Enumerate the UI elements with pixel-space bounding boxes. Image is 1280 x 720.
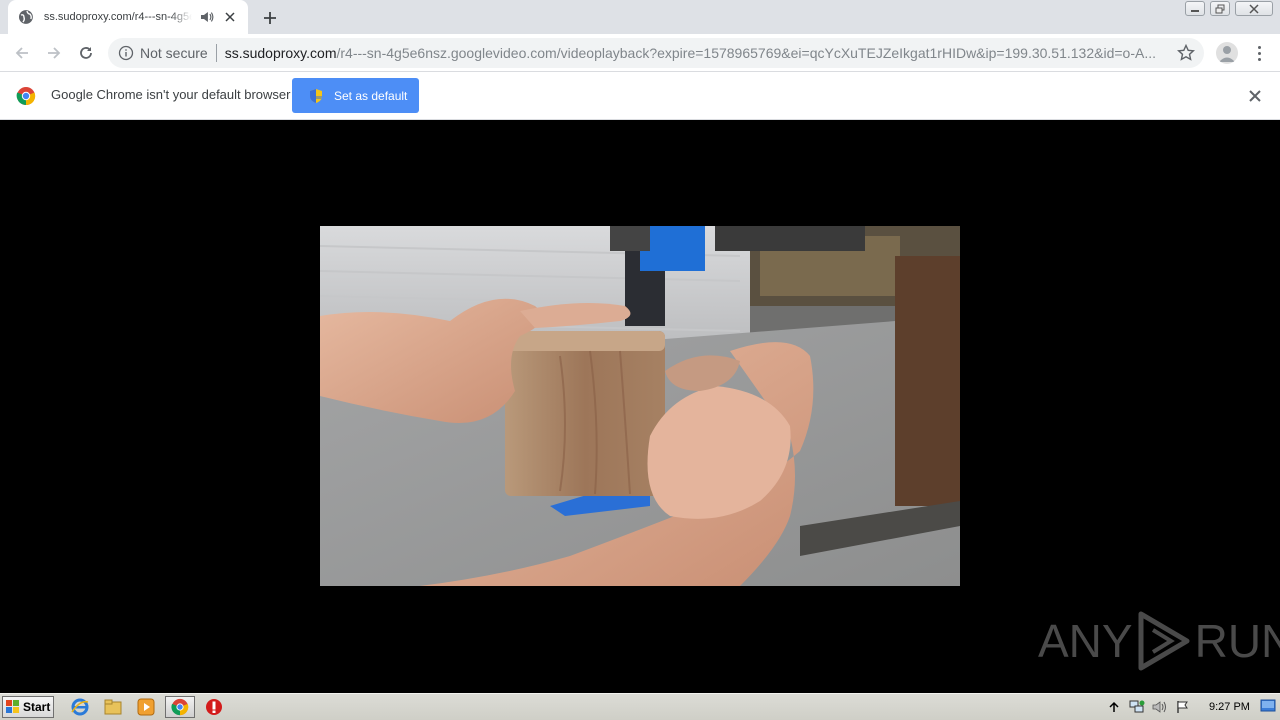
restore-icon [1215, 4, 1225, 13]
menu-dot-icon [1257, 45, 1261, 49]
omnibox-separator [215, 44, 217, 62]
profile-avatar[interactable] [1216, 42, 1238, 64]
uac-shield-icon [310, 88, 322, 103]
url-host: ss.sudoproxy.com [224, 45, 337, 61]
chrome-taskbar-icon[interactable] [165, 696, 195, 718]
windows-flag-icon [6, 700, 19, 713]
back-button[interactable] [10, 41, 34, 65]
windows-taskbar: Start 9:27 PM [0, 693, 1280, 720]
tab-title: ss.sudoproxy.com/r4---sn-4g5e6nsz.google… [43, 11, 193, 23]
page-content: ANY RUN [0, 120, 1280, 693]
start-button[interactable]: Start [2, 696, 54, 718]
volume-icon[interactable] [1151, 699, 1169, 715]
globe-icon [18, 10, 33, 24]
default-browser-infobar: Google Chrome isn't your default browser… [0, 72, 1280, 120]
address-bar[interactable]: Not secure ss.sudoproxy.com/r4---sn-4g5e… [108, 38, 1204, 68]
not-secure-label[interactable]: Not secure [140, 45, 208, 61]
restore-button[interactable] [1210, 1, 1230, 16]
url-text[interactable]: ss.sudoproxy.com/r4---sn-4g5e6nsz.google… [225, 45, 1170, 61]
minimize-icon [1191, 9, 1199, 12]
watermark-text-right: RUN [1194, 615, 1280, 667]
start-label: Start [23, 700, 51, 714]
internet-explorer-taskbar-icon[interactable] [69, 697, 91, 717]
media-player-taskbar-icon[interactable] [135, 697, 157, 717]
chrome-logo-icon [16, 87, 36, 106]
forward-button[interactable] [42, 41, 66, 65]
url-path: /r4---sn-4g5e6nsz.googlevideo.com/videop… [336, 45, 1156, 61]
speaker-icon[interactable] [200, 10, 214, 24]
antivirus-taskbar-icon[interactable] [203, 697, 225, 717]
show-hidden-icons-icon[interactable] [1105, 699, 1123, 715]
forward-arrow-icon [48, 47, 61, 59]
infobar-close-icon[interactable] [1247, 88, 1263, 104]
video-frame-image [320, 226, 960, 586]
reload-icon [80, 47, 92, 59]
menu-dot-icon [1257, 57, 1261, 61]
set-as-default-button[interactable]: Set as default [292, 78, 419, 113]
bookmark-star-icon[interactable] [1177, 44, 1195, 62]
info-icon[interactable] [118, 45, 134, 61]
watermark-text-left: ANY [1038, 615, 1133, 667]
close-window-button[interactable] [1235, 1, 1273, 16]
file-explorer-taskbar-icon[interactable] [102, 697, 124, 717]
show-desktop-icon[interactable] [1260, 698, 1276, 714]
reload-button[interactable] [74, 41, 98, 65]
close-icon [1249, 3, 1259, 14]
person-icon [1219, 46, 1235, 62]
browser-tab[interactable]: ss.sudoproxy.com/r4---sn-4g5e6nsz.google… [8, 0, 248, 34]
new-tab-button[interactable] [258, 6, 282, 30]
anyrun-watermark: ANY RUN [1038, 608, 1280, 674]
action-center-flag-icon[interactable] [1174, 699, 1192, 715]
back-arrow-icon [15, 47, 28, 59]
play-triangle-logo-icon [1138, 611, 1190, 671]
minimize-button[interactable] [1185, 1, 1205, 16]
plus-icon [264, 12, 276, 24]
menu-dot-icon [1257, 51, 1261, 55]
menu-button[interactable] [1250, 42, 1268, 64]
browser-toolbar: Not secure ss.sudoproxy.com/r4---sn-4g5e… [0, 34, 1280, 72]
network-icon[interactable] [1128, 699, 1146, 715]
video-player[interactable] [320, 226, 960, 586]
tab-strip: ss.sudoproxy.com/r4---sn-4g5e6nsz.google… [0, 0, 1280, 34]
set-as-default-label: Set as default [334, 88, 408, 103]
taskbar-clock[interactable]: 9:27 PM [1209, 701, 1250, 713]
close-tab-icon[interactable] [222, 9, 238, 25]
infobar-message: Google Chrome isn't your default browser [51, 87, 291, 102]
